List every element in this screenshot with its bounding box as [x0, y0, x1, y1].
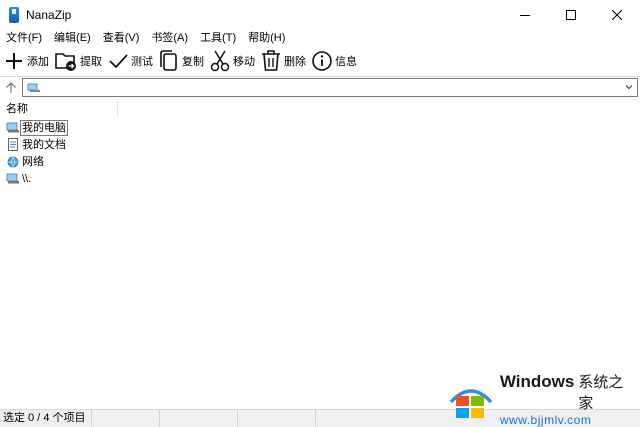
- move-button[interactable]: 移动: [209, 49, 255, 73]
- watermark: Windows 系统之家 www.bjjmlv.com: [448, 372, 638, 427]
- checkmark-icon: [109, 54, 128, 69]
- menu-view[interactable]: 查看(V): [97, 29, 146, 45]
- list-item-label: 我的电脑: [20, 119, 68, 136]
- status-cell-2: [92, 409, 160, 427]
- menu-bar: 文件(F) 编辑(E) 查看(V) 书签(A) 工具(T) 帮助(H): [0, 28, 640, 46]
- title-bar: NanaZip: [0, 0, 640, 30]
- status-cell-3: [160, 409, 238, 427]
- windows-logo-icon: [449, 389, 493, 418]
- watermark-url: www.bjjmlv.com: [499, 413, 592, 427]
- computer-icon: [6, 122, 20, 134]
- info-label: 信息: [335, 56, 357, 68]
- watermark-subtitle: 系统之家: [578, 374, 624, 412]
- extract-button[interactable]: 提取: [54, 49, 102, 73]
- list-item-label: 我的文档: [22, 138, 66, 151]
- arrow-up-icon: [6, 82, 16, 93]
- extract-folder-icon: [55, 53, 76, 71]
- toolbar-divider: [0, 76, 640, 77]
- delete-label: 删除: [284, 56, 306, 68]
- add-label: 添加: [27, 56, 49, 68]
- document-icon: [6, 138, 20, 151]
- file-list: 我的电脑 我的文档 网络 \\.: [0, 119, 640, 187]
- window-controls: [502, 0, 640, 30]
- list-item-label: \\.: [22, 172, 32, 185]
- menu-bookmarks[interactable]: 书签(A): [145, 29, 194, 45]
- extract-label: 提取: [80, 56, 102, 68]
- menu-tools[interactable]: 工具(T): [194, 29, 242, 45]
- test-label: 测试: [131, 56, 153, 68]
- info-icon: [312, 51, 332, 71]
- minimize-button[interactable]: [502, 0, 548, 30]
- trash-icon: [262, 50, 280, 71]
- network-icon: [6, 156, 20, 168]
- menu-file[interactable]: 文件(F): [0, 29, 48, 45]
- list-header: 名称: [0, 101, 640, 117]
- list-item[interactable]: \\.: [0, 170, 640, 187]
- chevron-down-icon[interactable]: [624, 82, 634, 92]
- close-button[interactable]: [594, 0, 640, 30]
- watermark-brand: Windows: [499, 372, 575, 391]
- computer-icon: [27, 83, 40, 92]
- column-header-name[interactable]: 名称: [0, 101, 118, 117]
- plus-icon: [6, 53, 22, 69]
- scissors-icon: [210, 50, 230, 72]
- maximize-icon: [566, 10, 576, 20]
- up-button[interactable]: [0, 78, 22, 98]
- nanazip-app-icon: [9, 7, 19, 23]
- minimize-icon: [520, 15, 530, 16]
- delete-button[interactable]: 删除: [260, 49, 306, 73]
- address-row: [0, 78, 640, 98]
- copy-label: 复制: [182, 56, 204, 68]
- list-item[interactable]: 网络: [0, 153, 640, 170]
- menu-edit[interactable]: 编辑(E): [48, 29, 97, 45]
- close-icon: [612, 10, 622, 20]
- status-cell-4: [238, 409, 316, 427]
- add-button[interactable]: 添加: [3, 50, 49, 72]
- status-selection: 选定 0 / 4 个项目: [0, 409, 92, 427]
- address-bar[interactable]: [22, 78, 638, 97]
- window-title: NanaZip: [26, 8, 72, 22]
- computer-icon: [6, 173, 20, 185]
- copy-button[interactable]: 复制: [158, 49, 204, 73]
- info-button[interactable]: 信息: [311, 50, 357, 72]
- list-item-label: 网络: [22, 155, 44, 168]
- maximize-button[interactable]: [548, 0, 594, 30]
- test-button[interactable]: 测试: [107, 50, 153, 72]
- list-item[interactable]: 我的文档: [0, 136, 640, 153]
- list-item[interactable]: 我的电脑: [0, 119, 640, 136]
- copy-icon: [160, 50, 177, 71]
- menu-help[interactable]: 帮助(H): [242, 29, 291, 45]
- toolbar: 添加 提取 测试 复制 移动 删除 信息: [0, 46, 640, 76]
- move-label: 移动: [233, 56, 255, 68]
